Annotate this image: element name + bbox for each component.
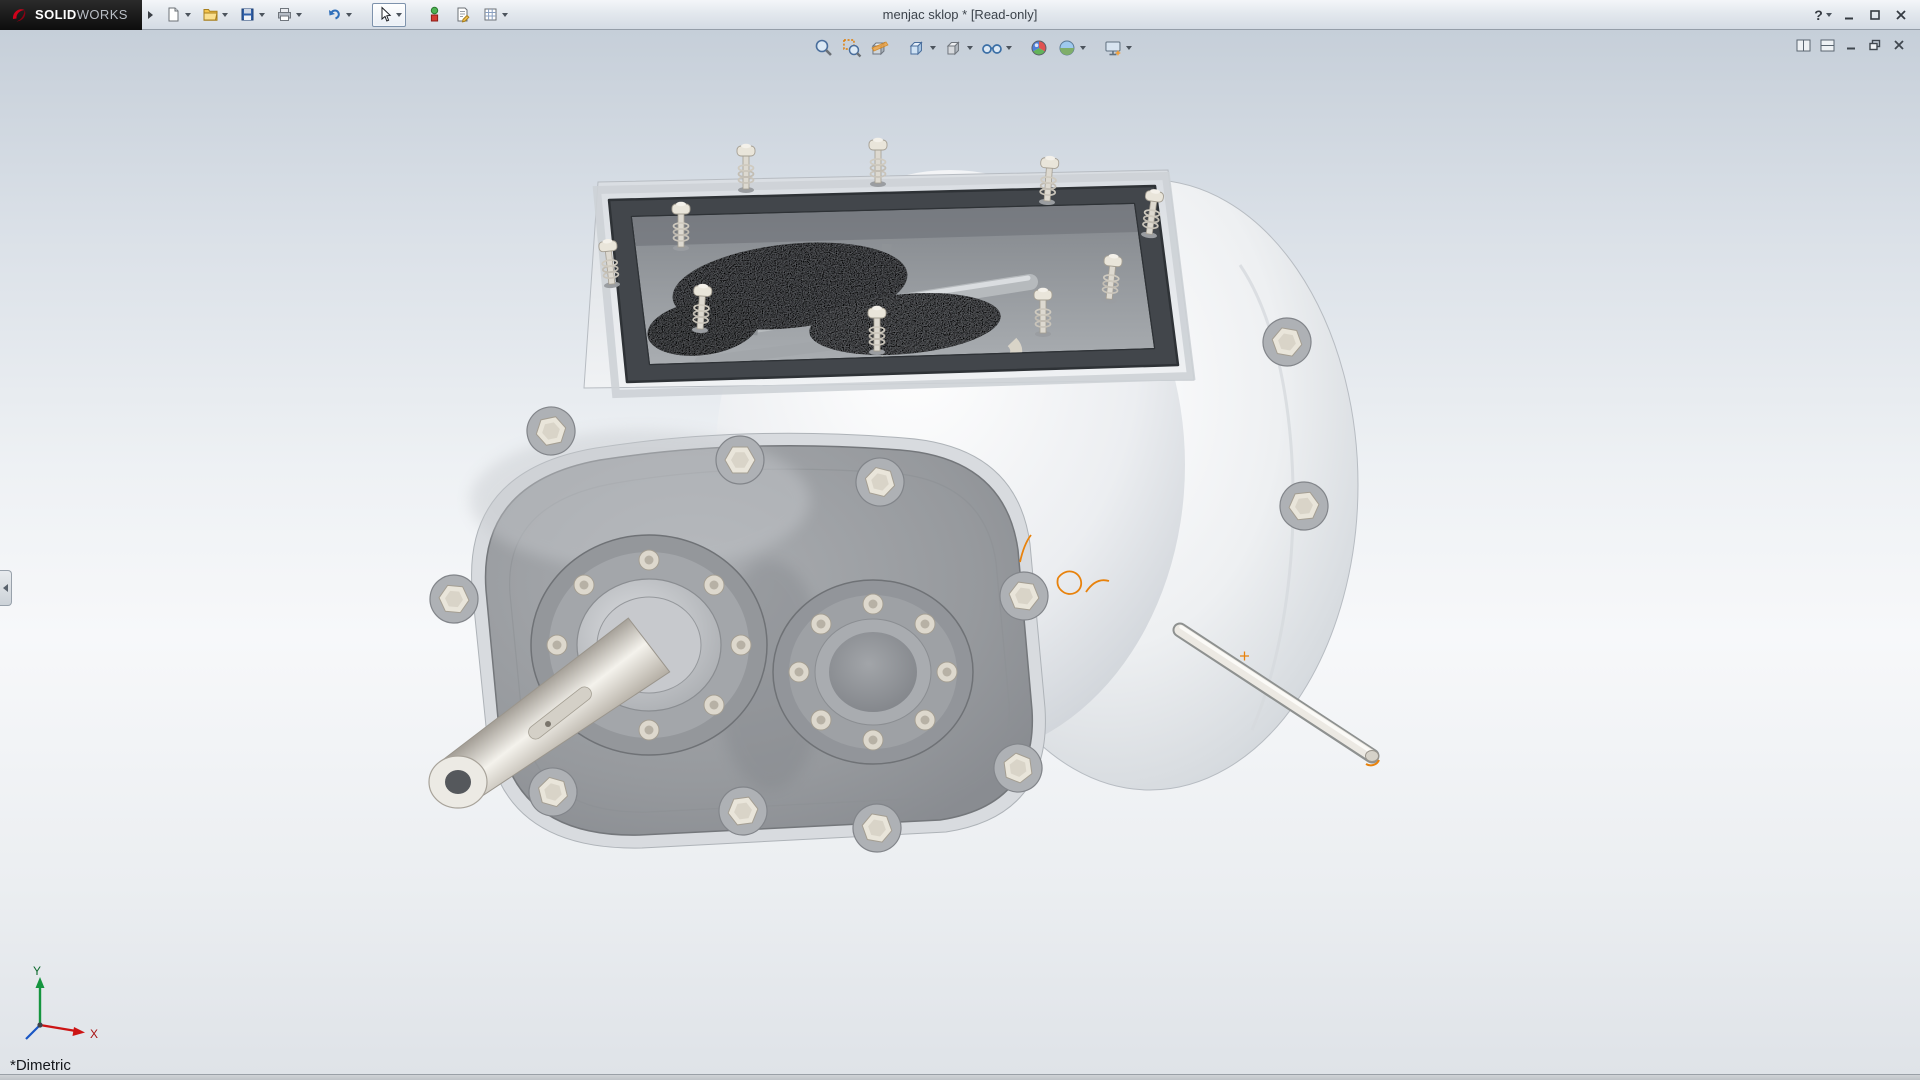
open-folder-icon	[202, 6, 219, 23]
reference-triad: Y X	[6, 963, 116, 1058]
window-controls: ?	[1812, 5, 1920, 25]
menu-flyout-arrow-icon[interactable]	[148, 11, 153, 19]
edit-appearance-button[interactable]	[1026, 36, 1052, 60]
close-icon	[1895, 9, 1907, 21]
rebuild-traffic-light-icon	[426, 6, 443, 23]
edit-appearance-icon	[1029, 38, 1049, 58]
new-document-icon	[165, 6, 182, 23]
taskbar-sliver	[0, 1074, 1920, 1080]
x-axis-label: X	[90, 1027, 98, 1041]
display-style-button[interactable]	[941, 36, 976, 60]
brand-solid: SOLID	[35, 7, 77, 22]
new-document-button[interactable]	[161, 3, 195, 27]
brand-text: SOLIDWORKS	[35, 6, 128, 24]
3d-model-gearbox-assembly[interactable]	[0, 30, 1920, 1074]
y-axis-label: Y	[33, 964, 41, 978]
print-button[interactable]	[272, 3, 306, 27]
help-button[interactable]: ?	[1812, 5, 1834, 25]
select-cursor-icon	[376, 6, 393, 23]
save-icon	[239, 6, 256, 23]
dropdown-caret-icon	[502, 13, 508, 17]
solidworks-window: SOLIDWORKS	[0, 0, 1920, 1080]
panel-collapse-arrow-icon	[3, 584, 8, 592]
feature-manager-collapse-tab[interactable]	[0, 570, 12, 606]
zoom-to-fit-button[interactable]	[811, 36, 837, 60]
close-button[interactable]	[1890, 5, 1912, 25]
zoom-to-area-icon	[842, 38, 862, 58]
tile-pane-icon	[1796, 39, 1811, 52]
main-toolbar	[161, 3, 512, 27]
document-window-controls	[1794, 37, 1908, 53]
open-button[interactable]	[198, 3, 232, 27]
y-axis-arrow-icon	[36, 977, 45, 988]
view-orientation-label: *Dimetric	[10, 1057, 71, 1074]
dropdown-caret-icon	[185, 13, 191, 17]
save-button[interactable]	[235, 3, 269, 27]
restore-child-icon	[1868, 39, 1882, 51]
dropdown-caret-icon	[930, 46, 936, 50]
maximize-icon	[1869, 9, 1881, 21]
help-icon: ?	[1814, 7, 1823, 23]
minimize-child-icon	[1844, 39, 1858, 51]
tile-pane-button[interactable]	[1794, 37, 1812, 53]
options-button[interactable]	[478, 3, 512, 27]
close-child-icon	[1892, 39, 1906, 51]
section-view-icon	[870, 38, 890, 58]
rebuild-button[interactable]	[422, 3, 447, 27]
zoom-to-area-button[interactable]	[839, 36, 865, 60]
file-properties-icon	[454, 6, 471, 23]
dropdown-caret-icon	[967, 46, 973, 50]
minimize-icon	[1843, 9, 1855, 21]
minimize-child-button[interactable]	[1842, 37, 1860, 53]
dropdown-caret-icon	[222, 13, 228, 17]
print-icon	[276, 6, 293, 23]
view-settings-button[interactable]	[1100, 36, 1135, 60]
options-grid-icon	[482, 6, 499, 23]
minimize-button[interactable]	[1838, 5, 1860, 25]
hide-show-items-button[interactable]	[978, 36, 1015, 60]
z-axis-arrow-icon	[26, 1025, 40, 1039]
view-settings-icon	[1103, 38, 1123, 58]
close-child-button[interactable]	[1890, 37, 1908, 53]
dropdown-caret-icon	[1826, 13, 1832, 17]
section-view-button[interactable]	[867, 36, 893, 60]
hide-show-items-glasses-icon	[981, 38, 1003, 58]
undo-button[interactable]	[322, 3, 356, 27]
split-pane-icon	[1820, 39, 1835, 52]
maximize-button[interactable]	[1864, 5, 1886, 25]
split-pane-button[interactable]	[1818, 37, 1836, 53]
dropdown-caret-icon	[1080, 46, 1086, 50]
dassault-systemes-mark-icon	[9, 5, 29, 25]
heads-up-view-toolbar	[811, 36, 1135, 60]
view-orientation-button[interactable]	[904, 36, 939, 60]
undo-icon	[326, 6, 343, 23]
apply-scene-icon	[1057, 38, 1077, 58]
dropdown-caret-icon	[396, 13, 402, 17]
dropdown-caret-icon	[346, 13, 352, 17]
dropdown-caret-icon	[259, 13, 265, 17]
dropdown-caret-icon	[1126, 46, 1132, 50]
zoom-to-fit-icon	[814, 38, 834, 58]
dropdown-caret-icon	[296, 13, 302, 17]
apply-scene-button[interactable]	[1054, 36, 1089, 60]
x-axis-arrow-icon	[73, 1027, 86, 1036]
dropdown-caret-icon	[1006, 46, 1012, 50]
restore-child-button[interactable]	[1866, 37, 1884, 53]
titlebar: SOLIDWORKS	[0, 0, 1920, 30]
view-orientation-cube-icon	[907, 38, 927, 58]
blind-cover-flange	[773, 580, 973, 764]
graphics-viewport[interactable]: Y X *Dimetric	[0, 30, 1920, 1074]
brand-works: WORKS	[77, 7, 128, 22]
display-style-icon	[944, 38, 964, 58]
solidworks-logo: SOLIDWORKS	[0, 0, 142, 30]
file-properties-button[interactable]	[450, 3, 475, 27]
select-tool-button[interactable]	[372, 3, 406, 27]
